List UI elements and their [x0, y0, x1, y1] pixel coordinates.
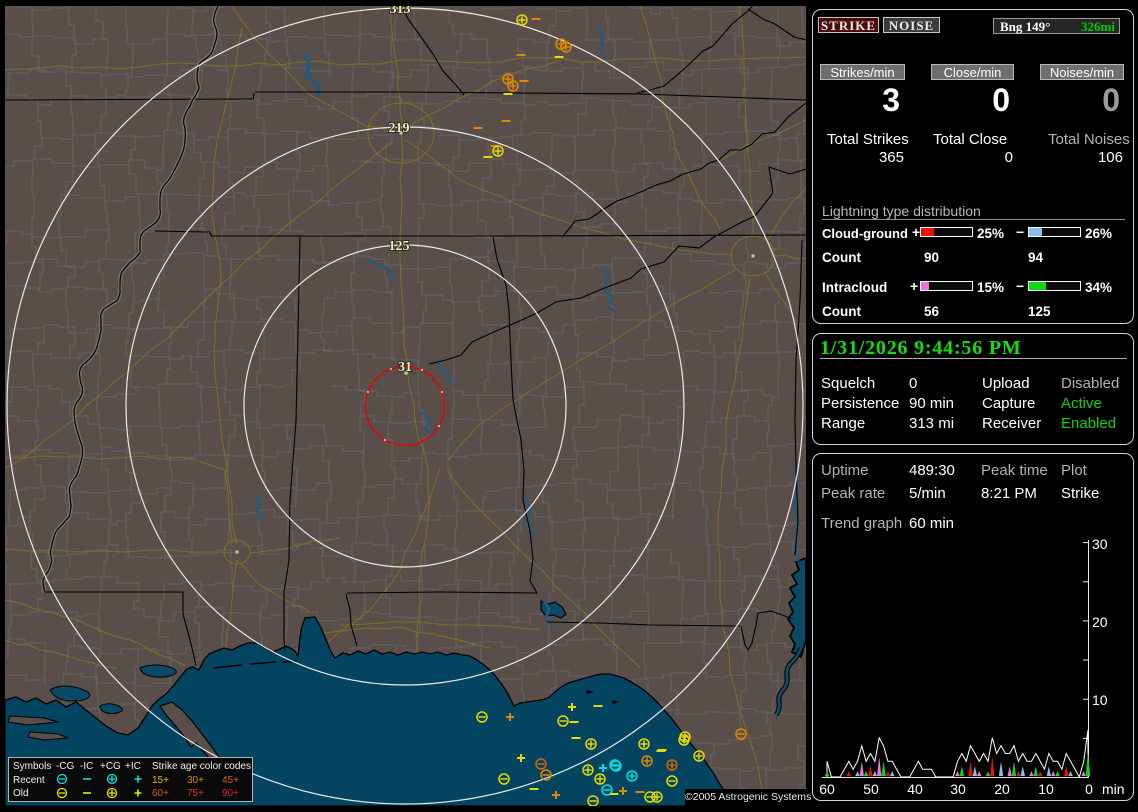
- svg-text:125: 125: [389, 239, 410, 254]
- svg-text:313: 313: [390, 6, 411, 17]
- svg-text:219: 219: [389, 121, 410, 136]
